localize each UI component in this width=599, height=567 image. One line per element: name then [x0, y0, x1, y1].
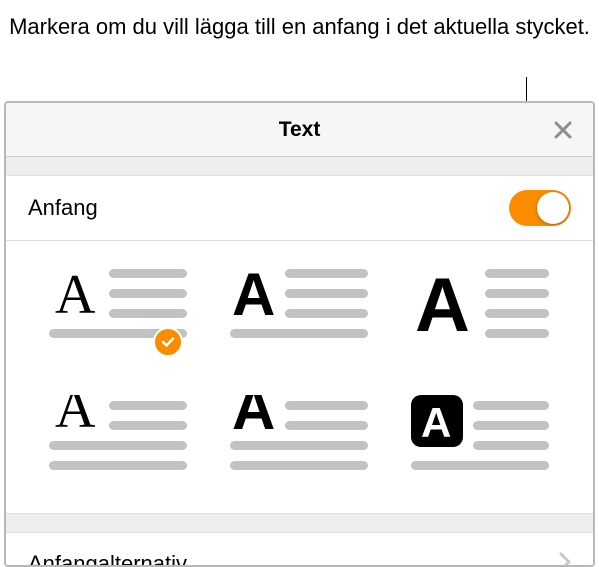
dropcap-style-6[interactable]: A: [402, 395, 559, 481]
panel-title: Text: [279, 118, 321, 142]
dropcap-toggle[interactable]: [509, 190, 571, 226]
chevron-right-icon: [559, 552, 571, 566]
dropcap-style-6-icon: A: [411, 395, 551, 481]
dropcap-style-5[interactable]: A: [221, 395, 378, 481]
dropcap-style-3-icon: A: [411, 263, 551, 349]
dropcap-style-grid: A A: [6, 241, 593, 514]
svg-text:A: A: [232, 395, 275, 442]
svg-text:A: A: [415, 263, 470, 348]
toggle-knob: [537, 192, 569, 224]
close-button[interactable]: [549, 116, 577, 144]
svg-text:A: A: [55, 395, 96, 440]
close-icon: [553, 120, 573, 140]
panel-body: Anfang A: [6, 157, 593, 565]
dropcap-label: Anfang: [28, 195, 98, 221]
svg-text:A: A: [232, 263, 275, 328]
svg-text:A: A: [55, 264, 96, 326]
panel-header: Text: [6, 103, 593, 157]
dropcap-options-label: Anfangalternativ: [28, 551, 187, 565]
dropcap-style-3[interactable]: A: [402, 263, 559, 349]
check-icon: [160, 334, 176, 350]
selected-check-badge: [153, 327, 183, 357]
dropcap-style-5-icon: A: [230, 395, 370, 481]
svg-text:A: A: [421, 399, 451, 446]
format-panel: Text Anfang A: [4, 101, 595, 567]
callout-text: Markera om du vill lägga till en anfang …: [0, 12, 599, 42]
dropcap-style-2-icon: A: [230, 263, 370, 349]
dropcap-style-4-icon: A: [49, 395, 189, 481]
dropcap-style-2[interactable]: A: [221, 263, 378, 349]
dropcap-options-row[interactable]: Anfangalternativ: [6, 532, 593, 565]
dropcap-toggle-row: Anfang: [6, 175, 593, 241]
dropcap-style-4[interactable]: A: [40, 395, 197, 481]
dropcap-style-1[interactable]: A: [40, 263, 197, 349]
